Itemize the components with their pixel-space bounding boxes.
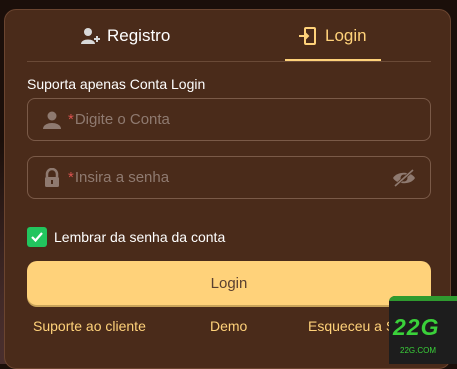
customer-support-link[interactable]: Suporte ao cliente xyxy=(33,318,146,334)
password-field[interactable]: * Insira a senha xyxy=(27,156,431,199)
account-field[interactable]: * Digite o Conta xyxy=(27,98,431,141)
tab-login[interactable]: Login xyxy=(298,10,367,62)
forgot-password-link[interactable]: Esqueceu a S xyxy=(308,318,395,334)
eye-slash-icon[interactable] xyxy=(392,168,416,188)
badge-top-bar xyxy=(389,296,457,301)
door-enter-icon xyxy=(298,26,318,46)
account-placeholder: Digite o Conta xyxy=(74,111,170,128)
login-submit-button[interactable]: Login xyxy=(27,261,431,305)
password-placeholder: Insira a senha xyxy=(74,169,170,186)
auth-tabs: Registro Login xyxy=(5,10,450,62)
remember-label: Lembrar da senha da conta xyxy=(54,229,226,245)
remember-checkbox[interactable] xyxy=(27,227,47,247)
login-hint-text: Suporta apenas Conta Login xyxy=(27,76,206,92)
tabs-divider xyxy=(27,61,431,62)
tab-registro-label: Registro xyxy=(107,26,171,45)
check-icon xyxy=(31,232,43,243)
tab-login-label: Login xyxy=(325,26,367,45)
password-required-mark: * xyxy=(68,169,74,186)
user-icon xyxy=(42,110,62,130)
lock-icon xyxy=(42,167,62,188)
tab-registro[interactable]: Registro xyxy=(80,10,170,62)
account-required-mark: * xyxy=(68,111,74,128)
demo-link[interactable]: Demo xyxy=(210,318,247,334)
logo-text: 22G xyxy=(393,314,440,340)
logo-subtext: 22G.COM xyxy=(400,346,437,355)
site-logo-badge: 22G 22G.COM xyxy=(389,296,457,364)
login-modal: Registro Login Suporta apenas Conta Logi… xyxy=(4,9,451,369)
remember-password-row[interactable]: Lembrar da senha da conta xyxy=(27,227,225,247)
user-plus-icon xyxy=(80,26,100,46)
